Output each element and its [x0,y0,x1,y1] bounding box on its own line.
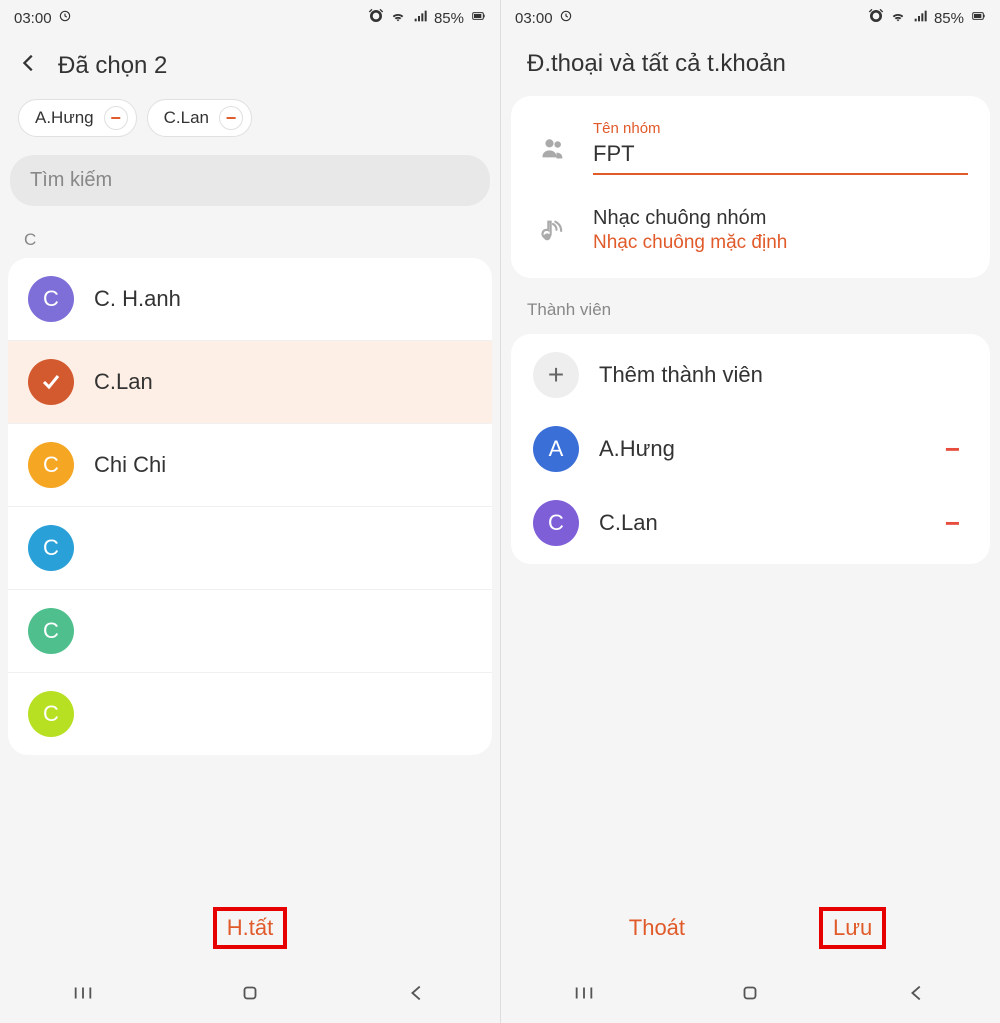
action-bar: H.tất [0,893,500,963]
people-icon [533,134,573,162]
page-title: Đã chọn 2 [58,52,167,80]
screen-group-settings: 03:00 85% Đ.thoại và tất cả t.khoản Tên … [500,0,1000,1023]
avatar: C [28,442,74,488]
music-icon [533,217,573,245]
sync-icon [58,9,72,27]
alarm-icon [368,8,384,28]
search-placeholder: Tìm kiếm [30,169,112,191]
group-name-row[interactable]: Tên nhóm [511,104,990,191]
avatar: C [28,525,74,571]
battery-icon [470,8,486,28]
chip-label: A.Hưng [35,108,94,128]
cancel-button[interactable]: Thoát [615,907,699,949]
back-icon[interactable] [18,50,40,81]
add-member-row[interactable]: + Thêm thành viên [511,338,990,412]
add-member-label: Thêm thành viên [599,362,968,388]
home-nav-icon[interactable] [239,982,261,1009]
done-button[interactable]: H.tất [213,907,287,949]
contact-name: C. H.anh [94,286,181,312]
contact-name: Chi Chi [94,452,166,478]
back-nav-icon[interactable] [406,982,428,1009]
battery-text: 85% [434,10,464,27]
action-bar: Thoát Lưu [501,893,1000,963]
battery-text: 85% [934,10,964,27]
members-card: + Thêm thành viên AA.Hưng−CC.Lan− [511,334,990,564]
recents-nav-icon[interactable] [573,982,595,1009]
group-name-label: Tên nhóm [593,120,968,137]
save-button[interactable]: Lưu [819,907,886,949]
status-bar: 03:00 85% [501,0,1000,36]
member-name: C.Lan [599,510,917,536]
avatar: C [533,500,579,546]
contact-name: C.Lan [94,369,153,395]
chip-label: C.Lan [164,108,209,128]
avatar: A [533,426,579,472]
contact-row[interactable]: C [8,507,492,590]
screen-select-contacts: 03:00 85% Đã chọn 2 A.Hưng − C.Lan − T [0,0,500,1023]
nav-bar [0,967,500,1023]
remove-member-icon[interactable]: − [937,434,968,465]
recents-nav-icon[interactable] [72,982,94,1009]
plus-icon: + [533,352,579,398]
member-row: A A.Hưng− [511,412,990,486]
contact-row[interactable]: C [8,673,492,755]
chip: A.Hưng − [18,99,137,137]
group-name-input[interactable] [593,139,968,175]
status-bar: 03:00 85% [0,0,500,36]
chip-remove-icon[interactable]: − [219,106,243,130]
signal-icon [412,8,428,28]
ringtone-label: Nhạc chuông nhóm [593,207,968,230]
avatar: C [28,276,74,322]
chip: C.Lan − [147,99,252,137]
contact-row[interactable]: C [8,590,492,673]
status-time: 03:00 [14,10,52,27]
remove-member-icon[interactable]: − [937,508,968,539]
group-info-card: Tên nhóm Nhạc chuông nhóm Nhạc chuông mặ… [511,96,990,278]
contact-row[interactable]: C.Lan [8,341,492,424]
status-time: 03:00 [515,10,553,27]
check-icon [28,359,74,405]
header: Đã chọn 2 [0,36,500,91]
home-nav-icon[interactable] [739,982,761,1009]
avatar: C [28,608,74,654]
member-row: C C.Lan− [511,486,990,560]
ringtone-value: Nhạc chuông mặc định [593,232,968,254]
back-nav-icon[interactable] [906,982,928,1009]
members-section-label: Thành viên [501,286,1000,326]
contact-row[interactable]: C C. H.anh [8,258,492,341]
sync-icon [559,9,573,27]
avatar: C [28,691,74,737]
ringtone-row[interactable]: Nhạc chuông nhóm Nhạc chuông mặc định [511,191,990,270]
member-name: A.Hưng [599,436,917,462]
battery-icon [970,8,986,28]
nav-bar [501,967,1000,1023]
section-label: C [0,206,500,258]
search-input[interactable]: Tìm kiếm [10,155,490,206]
wifi-icon [390,8,406,28]
chip-remove-icon[interactable]: − [104,106,128,130]
wifi-icon [890,8,906,28]
signal-icon [912,8,928,28]
page-title: Đ.thoại và tất cả t.khoản [527,50,786,78]
header: Đ.thoại và tất cả t.khoản [501,36,1000,88]
alarm-icon [868,8,884,28]
selected-chips: A.Hưng − C.Lan − [0,91,500,149]
contact-list: CC. H.anhC.LanCChi ChiCCC [8,258,492,755]
contact-row[interactable]: C Chi Chi [8,424,492,507]
